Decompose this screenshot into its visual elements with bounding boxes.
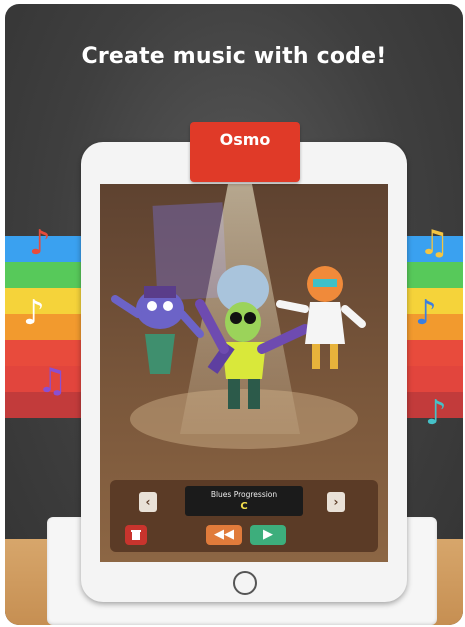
rewind-button[interactable]: ◀◀ — [206, 525, 242, 545]
purple-monster-character — [111, 286, 204, 374]
chevron-right-icon: › — [333, 495, 339, 509]
dancing-characters — [111, 265, 366, 409]
osmo-logo-text: Osmo — [219, 130, 271, 149]
play-button[interactable]: ▶ — [250, 525, 286, 545]
teal-note-icon: ♪ — [425, 393, 447, 433]
blue-note-icon: ♪ — [415, 293, 437, 333]
purple-note-icon: ♫ — [37, 361, 68, 401]
control-panel: ‹ Blues Progression C › ◀◀ ▶ — [110, 480, 378, 552]
page-title: Create music with code! — [81, 44, 387, 69]
osmo-reflector-clip: Osmo — [190, 122, 300, 182]
play-icon: ▶ — [263, 527, 273, 542]
yellow-note-icon: ♫ — [419, 223, 450, 263]
lead-dancer-character — [195, 265, 310, 409]
ipad-device: ‹ Blues Progression C › ◀◀ ▶ — [81, 142, 407, 602]
red-note-icon: ♪ — [29, 223, 51, 263]
game-screen: ‹ Blues Progression C › ◀◀ ▶ — [100, 184, 388, 562]
chord-value: C — [240, 501, 248, 512]
chevron-left-icon: ‹ — [145, 495, 151, 509]
next-button[interactable]: › — [327, 492, 345, 512]
trash-icon — [131, 530, 141, 540]
rewind-icon: ◀◀ — [214, 527, 234, 542]
previous-button[interactable]: ‹ — [139, 492, 157, 512]
home-button[interactable] — [233, 571, 257, 595]
white-note-icon: ♪ — [23, 293, 45, 333]
song-display: Blues Progression C — [185, 486, 303, 516]
app-screenshot: Create music with code! ♪ ♪ ♫ ♫ ♪ ♪ ‹ Bl… — [5, 4, 463, 625]
scientist-character — [276, 266, 366, 369]
delete-button[interactable] — [125, 525, 147, 545]
song-label: Blues Progression — [210, 490, 278, 499]
